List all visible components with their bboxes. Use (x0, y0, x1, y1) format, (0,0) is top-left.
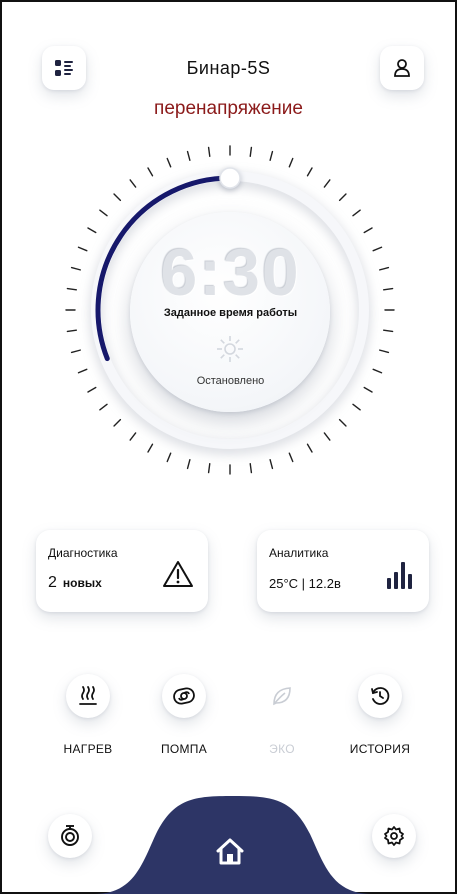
analytics-title: Аналитика (269, 546, 329, 560)
diagnostics-title: Диагностика (48, 546, 118, 560)
diagnostics-value: 2 новых (48, 574, 102, 592)
dial-tick (382, 329, 394, 333)
timer-button[interactable] (48, 814, 92, 858)
timer-icon (61, 825, 79, 846)
leaf-icon (273, 687, 291, 706)
dial-tick (288, 157, 294, 168)
pump-icon (173, 687, 195, 705)
dial-tick (99, 403, 108, 411)
dial-tick (372, 368, 383, 374)
dial-tick (379, 349, 390, 354)
eco-button[interactable] (260, 674, 304, 718)
state-text: Остановлено (196, 375, 265, 387)
dial-tick (147, 443, 154, 453)
bar-chart-icon (387, 562, 412, 589)
dial-tick (129, 432, 137, 441)
dial-tick (363, 386, 373, 393)
dial-tick (352, 403, 361, 411)
profile-button[interactable] (380, 46, 424, 90)
eco-label: ЭКО (269, 742, 295, 756)
dial-tick (99, 209, 108, 217)
dial-tick (129, 179, 137, 188)
sun-icon (217, 336, 243, 362)
status-text: перенапряжение (154, 98, 303, 119)
diagnostics-card[interactable]: Диагностика 2 новых (36, 530, 208, 612)
history-label: ИСТОРИЯ (349, 742, 411, 756)
home-icon[interactable] (214, 836, 246, 868)
dial-tick (269, 459, 274, 470)
time-display: 6:30 (160, 235, 301, 309)
warning-icon (163, 561, 193, 587)
dial-tick (249, 146, 253, 158)
heat-icon (79, 686, 97, 705)
analytics-value: 25°C | 12.2в (269, 576, 341, 591)
dial-tick (352, 209, 361, 217)
heat-button[interactable] (66, 674, 110, 718)
heat-label: НАГРЕВ (63, 742, 113, 756)
settings-icon (384, 826, 404, 846)
dial-tick (306, 443, 313, 453)
dial-tick (288, 452, 294, 463)
dial-tick (113, 193, 122, 202)
diagnostics-unit: новых (62, 576, 102, 590)
pump-button[interactable] (162, 674, 206, 718)
dial-tick (186, 150, 191, 161)
dial-tick (70, 349, 81, 354)
dial-tick (306, 167, 313, 177)
history-icon (371, 687, 390, 705)
dial-tick (166, 452, 172, 463)
settings-button[interactable] (372, 814, 416, 858)
history-button[interactable] (358, 674, 402, 718)
dial-tick (249, 462, 253, 474)
dial-tick (113, 418, 122, 427)
dial-tick (77, 368, 88, 374)
dial-tick (87, 386, 97, 393)
pump-label: ПОМПА (160, 742, 208, 756)
dial-tick (147, 167, 154, 177)
dial-tick (323, 432, 331, 441)
dial-handle[interactable] (219, 167, 241, 189)
dial-tick (338, 418, 347, 427)
dial-tick (87, 227, 97, 234)
diagnostics-count: 2 (48, 574, 57, 591)
dial-tick (269, 150, 274, 161)
dial-tick (186, 459, 191, 470)
dial-tick (66, 329, 78, 333)
dial-tick (338, 193, 347, 202)
dial-tick (323, 179, 331, 188)
dial-tick (207, 146, 211, 158)
dial-tick (166, 157, 172, 168)
analytics-card[interactable]: Аналитика 25°C | 12.2в (257, 530, 429, 612)
dial-tick (363, 227, 373, 234)
user-icon (394, 59, 410, 77)
time-label: Заданное время работы (163, 307, 298, 319)
dial-tick (207, 462, 211, 474)
